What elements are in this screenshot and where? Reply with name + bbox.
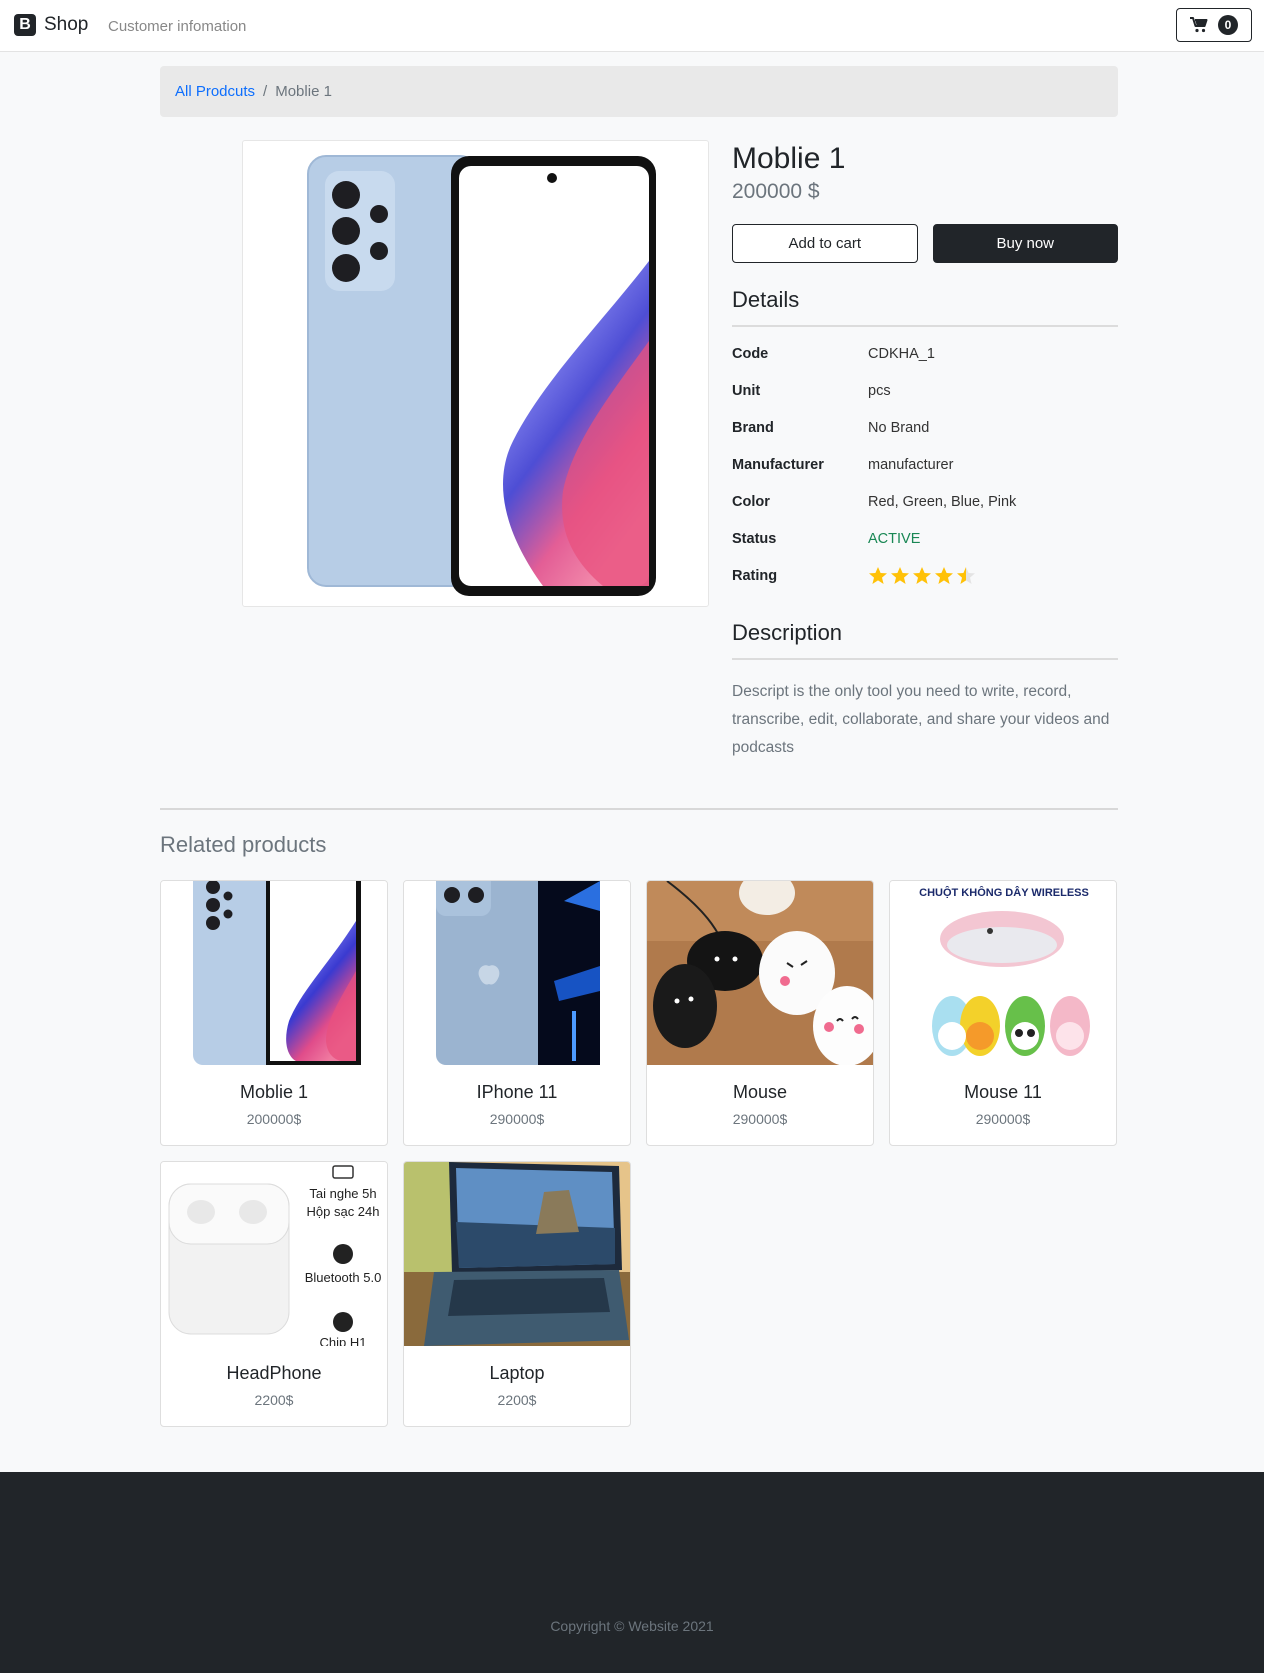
product-card-image xyxy=(647,881,873,1065)
product-card-name[interactable]: HeadPhone xyxy=(161,1363,387,1384)
product-card-price: 2200$ xyxy=(497,1392,537,1408)
headphone-text-1: Tai nghe 5h xyxy=(309,1186,376,1201)
product-card-image: CHUỘT KHÔNG DÂY WIRELESS xyxy=(890,881,1116,1065)
detail-value: pcs xyxy=(868,382,891,399)
product-card-mouse-11[interactable]: CHUỘT KHÔNG DÂY WIRELESS Mouse 11 290000… xyxy=(889,880,1117,1146)
product-title: Moblie 1 xyxy=(732,142,846,175)
brand[interactable]: B Shop xyxy=(14,14,88,36)
detail-key: Unit xyxy=(732,382,761,399)
product-price: 200000 $ xyxy=(732,180,820,203)
product-card-name[interactable]: Moblie 1 xyxy=(161,1082,387,1103)
product-card-name[interactable]: IPhone 11 xyxy=(404,1082,630,1103)
product-card-iphone-11[interactable]: IPhone 11 290000$ xyxy=(403,880,631,1146)
product-card-image: Tai nghe 5h Hộp sạc 24h Bluetooth 5.0 Ch… xyxy=(161,1162,387,1346)
brand-logo: B xyxy=(14,14,36,36)
buy-now-button[interactable]: Buy now xyxy=(932,224,1118,263)
detail-key: Rating xyxy=(732,567,778,584)
product-card-mobile-1[interactable]: Moblie 1 200000$ xyxy=(160,880,388,1146)
breadcrumb-link-all-products[interactable]: All Prodcuts xyxy=(175,83,255,100)
star-icon xyxy=(957,566,975,584)
detail-row-code: Code CDKHA_1 xyxy=(732,335,1118,372)
product-card-name[interactable]: Mouse xyxy=(647,1082,873,1103)
detail-key: Manufacturer xyxy=(732,456,824,473)
product-card-headphone[interactable]: Tai nghe 5h Hộp sạc 24h Bluetooth 5.0 Ch… xyxy=(160,1161,388,1427)
detail-key: Status xyxy=(732,530,777,547)
cart-count-badge: 0 xyxy=(1218,15,1238,35)
product-card-image xyxy=(161,881,387,1065)
section-divider xyxy=(160,808,1118,810)
rating-stars xyxy=(868,566,976,586)
action-buttons: Add to cart Buy now xyxy=(732,224,1118,263)
star-icon xyxy=(891,566,909,584)
detail-key: Brand xyxy=(732,419,774,436)
detail-row-color: Color Red, Green, Blue, Pink xyxy=(732,483,1118,520)
product-card-image xyxy=(404,881,630,1065)
product-card-price: 2200$ xyxy=(254,1392,294,1408)
product-card-price: 290000$ xyxy=(975,1111,1031,1127)
product-card-price: 290000$ xyxy=(489,1111,545,1127)
description-text: Descript is the only tool you need to wr… xyxy=(732,683,1110,756)
details-heading: Details xyxy=(732,287,1118,327)
detail-value: manufacturer xyxy=(868,456,954,473)
brand-name: Shop xyxy=(44,14,89,35)
product-image xyxy=(242,140,709,607)
product-card-name[interactable]: Mouse 11 xyxy=(890,1082,1116,1103)
detail-row-brand: Brand No Brand xyxy=(732,409,1118,446)
product-card-name[interactable]: Laptop xyxy=(404,1363,630,1384)
cart-button[interactable]: 0 xyxy=(1176,8,1252,42)
product-card-price: 290000$ xyxy=(732,1111,788,1127)
headphone-text-2: Hộp sạc 24h xyxy=(307,1204,380,1219)
product-card-laptop[interactable]: Laptop 2200$ xyxy=(403,1161,631,1427)
product-card-price: 200000$ xyxy=(246,1111,302,1127)
related-products-heading: Related products xyxy=(160,832,327,857)
detail-key: Color xyxy=(732,493,770,510)
detail-row-status: Status ACTIVE xyxy=(732,520,1118,557)
cart-icon xyxy=(1190,17,1208,33)
breadcrumb-current: Moblie 1 xyxy=(275,83,332,100)
headphone-text-4: Chip H1 xyxy=(320,1335,367,1346)
headphone-text-3: Bluetooth 5.0 xyxy=(305,1270,382,1285)
breadcrumb: All Prodcuts / Moblie 1 xyxy=(160,66,1118,117)
detail-row-rating: Rating xyxy=(732,557,1118,594)
detail-row-manufacturer: Manufacturer manufacturer xyxy=(732,446,1118,483)
star-icon xyxy=(935,566,953,584)
status-badge: ACTIVE xyxy=(868,530,921,547)
navbar: B Shop Customer infomation 0 xyxy=(0,0,1264,52)
detail-value: Red, Green, Blue, Pink xyxy=(868,493,1017,510)
footer: Copyright © Website 2021 xyxy=(0,1472,1264,1673)
product-info: Moblie 1 200000 $ Add to cart Buy now De… xyxy=(732,140,1118,762)
detail-value: CDKHA_1 xyxy=(868,345,935,362)
add-to-cart-button[interactable]: Add to cart xyxy=(732,224,918,263)
details-list: Code CDKHA_1 Unit pcs Brand No Brand Man… xyxy=(732,335,1118,594)
product-card-image xyxy=(404,1162,630,1346)
detail-row-unit: Unit pcs xyxy=(732,372,1118,409)
breadcrumb-separator: / xyxy=(263,83,268,100)
star-icon xyxy=(869,566,887,584)
detail-value: No Brand xyxy=(868,419,930,436)
detail-key: Code xyxy=(732,345,769,362)
description-heading: Description xyxy=(732,620,1118,660)
star-icon xyxy=(913,566,931,584)
mouse11-banner-text: CHUỘT KHÔNG DÂY WIRELESS xyxy=(919,886,1089,899)
nav-link-customer-information[interactable]: Customer infomation xyxy=(108,18,246,35)
copyright-text: Copyright © Website 2021 xyxy=(550,1618,714,1634)
product-card-mouse[interactable]: Mouse 290000$ xyxy=(646,880,874,1146)
